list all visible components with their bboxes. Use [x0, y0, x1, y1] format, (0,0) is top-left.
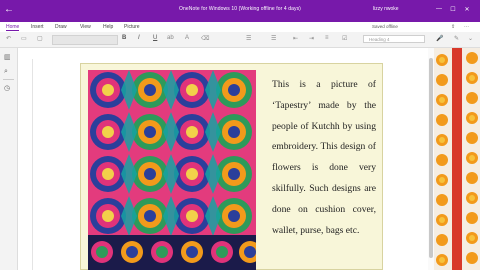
saved-status: Saved offline [372, 24, 398, 29]
search-icon[interactable]: ⌕ [4, 68, 8, 76]
underline-button[interactable]: U [153, 35, 157, 41]
tab-insert[interactable]: Insert [31, 24, 44, 30]
font-color-icon[interactable]: A [185, 35, 189, 41]
bold-button[interactable]: B [122, 35, 126, 41]
tab-view[interactable]: View [80, 24, 91, 30]
tapestry-embroidery-image[interactable] [88, 70, 256, 270]
undo-icon[interactable]: ↶ [6, 35, 11, 42]
numbering-icon[interactable]: ☰ [271, 35, 276, 42]
clipboard-icon[interactable]: ▭ [21, 35, 27, 42]
todo-tag-icon[interactable]: ☑ [342, 35, 347, 42]
tab-help[interactable]: Help [103, 24, 113, 30]
ribbon-tabs: Home Insert Draw View Help Picture Saved… [0, 22, 480, 32]
bullets-icon[interactable]: ☰ [246, 35, 251, 42]
recent-icon[interactable]: ◷ [4, 84, 10, 92]
tab-home[interactable]: Home [6, 24, 20, 31]
maximize-icon[interactable]: ☐ [448, 6, 458, 13]
user-name[interactable]: lizzy nwoke [373, 6, 399, 12]
outdent-icon[interactable]: ⇤ [293, 35, 298, 42]
share-icon[interactable]: ⇪ [451, 24, 455, 30]
marigold-garland-svg [434, 48, 480, 270]
window-title: OneNote for Windows 10 (Working offline … [179, 6, 301, 12]
page-margin-line [32, 59, 33, 270]
more-options-icon[interactable]: ⋯ [464, 24, 469, 30]
formatting-toolbar: ↶ ▭ ▢ B I U ab A ⌫ ☰ ☰ ⇤ ⇥ ≡ ☑ Heading 4… [0, 32, 480, 48]
highlight-icon[interactable]: ab [167, 35, 174, 41]
tab-picture[interactable]: Picture [124, 24, 140, 30]
italic-button[interactable]: I [138, 35, 140, 41]
clear-format-icon[interactable]: ⌫ [201, 35, 209, 42]
nav-divider [3, 79, 14, 80]
text-line: This is a picture of [272, 79, 376, 90]
expand-ribbon-icon[interactable]: ⌄ [468, 35, 473, 42]
tapestry-pattern-svg [88, 70, 256, 270]
left-navigation: ▥ ⌕ ◷ [0, 48, 18, 270]
text-line: skilfully. Such designs are [272, 182, 376, 194]
tapestry-description[interactable]: This is a picture of ‘Tapestry’ made by … [272, 75, 376, 241]
scrollbar-thumb[interactable] [429, 58, 433, 258]
paste-icon[interactable]: ▢ [37, 35, 43, 42]
pen-icon[interactable]: ✎ [454, 35, 459, 42]
notebooks-icon[interactable]: ▥ [4, 53, 11, 61]
style-selector[interactable]: Heading 4 [363, 35, 425, 43]
title-bar: ← OneNote for Windows 10 (Working offlin… [0, 0, 480, 22]
close-icon[interactable]: ✕ [462, 6, 472, 13]
text-line: wallet, purse, bags etc. [272, 224, 360, 236]
minimize-icon[interactable]: — [434, 6, 444, 12]
dictate-icon[interactable]: 🎤 [436, 35, 443, 42]
text-line: flowers is done very [272, 162, 376, 174]
text-line: ‘Tapestry’ made by the [272, 99, 376, 111]
text-line: people of Kutchh by using [272, 120, 376, 132]
text-line: embroidery. This design of [272, 141, 376, 153]
tab-draw[interactable]: Draw [55, 24, 67, 30]
font-name-input[interactable] [52, 35, 118, 45]
text-line: done on cushion cover, [272, 203, 376, 215]
marigold-garland-image [434, 48, 480, 270]
align-icon[interactable]: ≡ [325, 35, 329, 41]
indent-icon[interactable]: ⇥ [309, 35, 314, 42]
